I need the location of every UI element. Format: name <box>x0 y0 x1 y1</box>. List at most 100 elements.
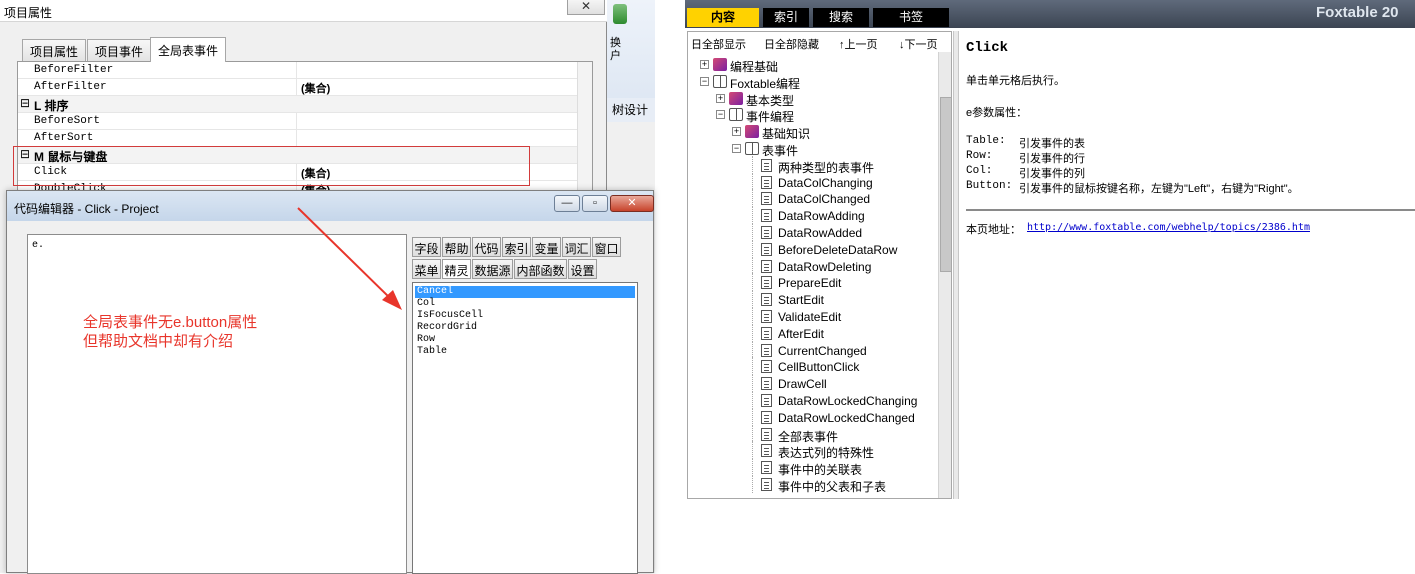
help-tab-index[interactable]: 索引 <box>763 8 809 27</box>
tree-guide-line <box>752 223 753 241</box>
helper-tab[interactable]: 代码 <box>472 237 501 257</box>
prev-page-button[interactable]: ↑上一页 <box>839 36 878 52</box>
page-icon <box>761 394 772 407</box>
tree-guide-line <box>752 307 753 325</box>
show-all-button[interactable]: 日全部显示 <box>691 36 746 52</box>
toc-item[interactable]: + 基础知识 <box>688 124 936 141</box>
help-tab-bookmarks[interactable]: 书签 <box>873 8 949 27</box>
property-row[interactable]: BeforeSort <box>18 113 578 130</box>
helper-tab[interactable]: 字段 <box>412 237 441 257</box>
collapse-icon[interactable]: ⊟ <box>20 96 30 110</box>
toc-item-label: 事件中的关联表 <box>778 463 863 478</box>
expand-toggle-icon[interactable]: + <box>716 93 725 103</box>
param-desc: 引发事件的鼠标按键名称，左键为"Left"，右键为"Right"。 <box>1019 183 1299 195</box>
help-tab-contents[interactable]: 内容 <box>687 8 759 27</box>
toc-item[interactable]: 两种类型的表事件 <box>688 155 936 175</box>
expand-toggle-icon[interactable]: − <box>716 110 725 120</box>
toc-item[interactable]: ValidateEdit <box>688 307 936 325</box>
property-row[interactable]: AfterSort <box>18 130 578 147</box>
helper-tab[interactable]: 数据源 <box>472 259 513 279</box>
project-window-close-button[interactable]: ✕ <box>567 0 605 15</box>
expand-toggle-icon[interactable]: + <box>700 60 709 69</box>
toc-item-label: AfterEdit <box>778 326 825 341</box>
toc-item[interactable]: DataRowDeleting <box>688 256 936 275</box>
sprite-list-item[interactable]: Cancel <box>415 286 635 298</box>
toc-item[interactable]: − 事件编程 <box>688 107 936 124</box>
toc-item[interactable]: 全部表事件 <box>688 424 936 444</box>
property-grid-scrollbar[interactable] <box>577 62 592 200</box>
property-row[interactable]: AfterFilter (集合) <box>18 79 578 96</box>
toc-item[interactable]: CellButtonClick <box>688 357 936 376</box>
toc-item[interactable]: − Foxtable编程 <box>688 74 936 91</box>
sprite-list-item[interactable]: Row <box>415 334 635 346</box>
page-icon <box>761 276 772 290</box>
property-value[interactable]: (集合) <box>301 80 330 96</box>
toc-item[interactable]: + 基本类型 <box>688 91 936 108</box>
toc-item-label: DrawCell <box>778 377 827 392</box>
helper-tab[interactable]: 窗口 <box>592 237 621 257</box>
toc-scroll-thumb[interactable] <box>940 97 951 272</box>
sprite-list-item[interactable]: RecordGrid <box>415 322 635 334</box>
helper-tab[interactable]: 词汇 <box>562 237 591 257</box>
toc-item[interactable]: DataRowLockedChanged <box>688 407 936 426</box>
help-tab-search[interactable]: 搜索 <box>813 8 869 27</box>
help-page-desc: 单击单元格后执行。 <box>966 75 1065 87</box>
toc-item[interactable]: StartEdit <box>688 290 936 309</box>
next-page-button[interactable]: ↓下一页 <box>899 36 938 52</box>
ribbon-tree-design-tab[interactable]: 树设计 <box>612 101 648 118</box>
hide-all-button[interactable]: 日全部隐藏 <box>764 36 819 52</box>
sprite-list-item[interactable]: Col <box>415 298 635 310</box>
toc-item-label: 全部表事件 <box>778 429 839 444</box>
toc-item-label: DataRowAdded <box>778 226 863 240</box>
toc-item[interactable]: AfterEdit <box>688 323 936 342</box>
tab-global-table-events[interactable]: 全局表事件 <box>150 37 227 62</box>
toc-item[interactable]: DataRowAdded <box>688 223 936 241</box>
toc-item[interactable]: DrawCell <box>688 374 936 393</box>
toc-item-label: BeforeDeleteDataRow <box>778 242 898 257</box>
toc-item[interactable]: 事件中的父表和子表 <box>688 475 936 494</box>
toc-item[interactable]: 事件中的关联表 <box>688 458 936 478</box>
toc-item[interactable]: DataRowLockedChanging <box>688 391 936 409</box>
help-divider <box>966 209 1415 211</box>
sprite-list[interactable]: Cancel Col IsFocusCell RecordGrid Row Table <box>412 282 638 574</box>
toc-item[interactable]: 表达式列的特殊性 <box>688 441 936 460</box>
helper-tab[interactable]: 变量 <box>532 237 561 257</box>
help-brand-title: Foxtable 20 <box>1316 4 1399 21</box>
expand-toggle-icon[interactable]: + <box>732 127 741 137</box>
page-icon <box>761 293 772 307</box>
expand-toggle-icon[interactable]: − <box>700 76 709 86</box>
toc-item[interactable]: DataColChanging <box>688 172 936 191</box>
param-name: Button: <box>966 180 1013 192</box>
property-row[interactable]: BeforeFilter <box>18 62 578 79</box>
close-button[interactable]: ✕ <box>610 195 654 212</box>
helper-tab[interactable]: 帮助 <box>442 237 471 257</box>
toc-item[interactable]: − 表事件 <box>688 141 936 158</box>
toc-item-label: DataRowAdding <box>778 209 865 224</box>
toc-item-label: 编程基础 <box>730 60 779 74</box>
tab-project-properties[interactable]: 项目属性 <box>22 39 87 61</box>
switch-user-icon[interactable] <box>613 4 627 24</box>
toc-item[interactable]: CurrentChanged <box>688 340 936 359</box>
maximize-button[interactable]: ▫ <box>582 195 608 212</box>
ribbon-switch-label[interactable]: 换 户 <box>610 37 621 63</box>
sprite-list-item[interactable]: IsFocusCell <box>415 310 635 322</box>
toc-item[interactable]: BeforeDeleteDataRow <box>688 239 936 258</box>
helper-tab[interactable]: 菜单 <box>412 259 441 279</box>
helper-tab[interactable]: 索引 <box>502 237 531 257</box>
expand-toggle-icon[interactable]: − <box>732 144 741 153</box>
toc-item[interactable]: DataRowAdding <box>688 206 936 225</box>
toc-scrollbar[interactable] <box>938 52 951 498</box>
helper-tab[interactable]: 内部函数 <box>514 259 567 279</box>
helper-tab[interactable]: 设置 <box>568 259 597 279</box>
toc-item[interactable]: PrepareEdit <box>688 273 936 292</box>
toc-item[interactable]: + 编程基础 <box>688 57 936 74</box>
sprite-list-item[interactable]: Table <box>415 346 635 358</box>
minimize-button[interactable]: — <box>554 195 580 212</box>
toc-item[interactable]: DataColChanged <box>688 189 936 208</box>
property-group-row[interactable]: ⊟ L 排序 <box>18 96 578 113</box>
tree-guide-line <box>752 273 753 292</box>
helper-tab[interactable]: 精灵 <box>442 259 471 279</box>
help-url-link[interactable]: http://www.foxtable.com/webhelp/topics/2… <box>1027 222 1310 233</box>
annotation-line-1: 全局表事件无e.button属性 <box>83 314 258 331</box>
tab-project-events[interactable]: 项目事件 <box>87 39 152 61</box>
